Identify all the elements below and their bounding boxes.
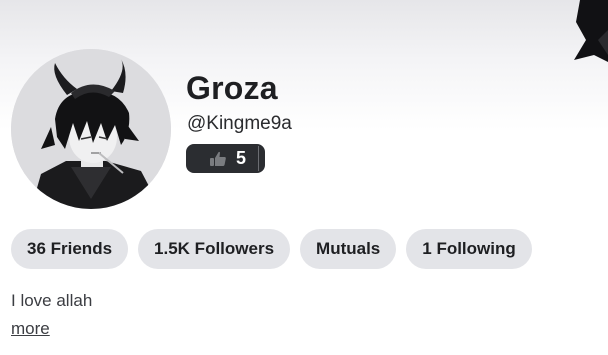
stats-row: 36 Friends 1.5K Followers Mutuals 1 Foll… — [11, 229, 532, 269]
badge-divider — [258, 146, 259, 171]
display-name: Groza — [186, 70, 278, 106]
mutuals-button[interactable]: Mutuals — [300, 229, 397, 269]
avatar-image — [11, 49, 171, 209]
following-button[interactable]: 1 Following — [406, 229, 532, 269]
followers-button[interactable]: 1.5K Followers — [138, 229, 291, 269]
likes-badge[interactable]: 5 — [186, 144, 265, 173]
corner-decoration — [574, 0, 608, 62]
likes-count: 5 — [236, 148, 247, 168]
avatar[interactable] — [11, 49, 171, 209]
friends-button[interactable]: 36 Friends — [11, 229, 129, 269]
more-link[interactable]: more — [11, 319, 50, 339]
thumbs-up-icon — [209, 151, 227, 167]
bio-text: I love allah — [11, 291, 93, 310]
username: @Kingme9a — [187, 113, 292, 134]
